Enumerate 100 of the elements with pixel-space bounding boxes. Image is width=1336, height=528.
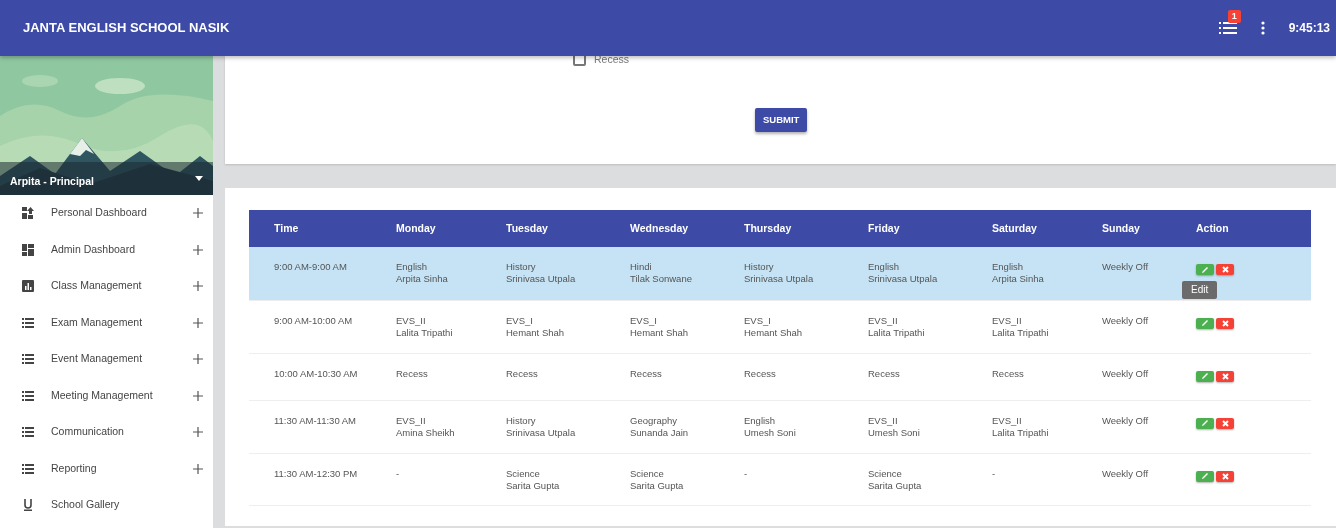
plus-icon[interactable] bbox=[193, 427, 203, 438]
column-header: Monday bbox=[395, 210, 505, 247]
subject-text: English bbox=[396, 261, 429, 273]
subject-text: History bbox=[506, 261, 537, 273]
clock: 9:45:13 bbox=[1288, 20, 1330, 37]
sidebar-item[interactable]: Meeting Management bbox=[51, 387, 193, 404]
plus-icon[interactable] bbox=[193, 317, 203, 328]
subject-text: Hindi bbox=[630, 261, 653, 273]
table-cell: 9:00 AM-10:00 AM bbox=[249, 300, 395, 353]
list-icon bbox=[22, 462, 34, 475]
teacher-name: Sarita Gupta bbox=[868, 479, 923, 492]
sidebar-item[interactable]: Class Management bbox=[51, 278, 193, 295]
subject-text: English bbox=[992, 261, 1025, 273]
edit-button[interactable] bbox=[1196, 370, 1214, 382]
delete-button[interactable] bbox=[1216, 370, 1234, 382]
dashboard-icon bbox=[22, 207, 34, 220]
sidebar-item[interactable]: Exam Management bbox=[51, 314, 193, 331]
column-header: Time bbox=[249, 210, 395, 247]
table-cell: Recess bbox=[743, 353, 867, 400]
table-cell: Recess bbox=[629, 353, 743, 400]
table-cell: Weekly Off bbox=[1101, 353, 1195, 400]
sidebar-item[interactable]: Personal Dashboard bbox=[51, 205, 193, 222]
subject-text: History bbox=[744, 261, 775, 273]
subject-text: Science bbox=[506, 467, 541, 480]
delete-button[interactable] bbox=[1216, 470, 1234, 482]
table-cell: Recess bbox=[395, 353, 505, 400]
subject-text: EVS_II bbox=[992, 414, 1023, 427]
sidebar-item[interactable]: School Gallery bbox=[51, 497, 203, 514]
column-header: Tuesday bbox=[505, 210, 629, 247]
table-cell: 11:30 AM-12:30 PM bbox=[249, 453, 395, 505]
submit-button[interactable]: SUBMIT bbox=[755, 108, 808, 133]
delete-button[interactable] bbox=[1216, 264, 1234, 275]
plus-icon[interactable] bbox=[193, 390, 203, 401]
teacher-name: Sarita Gupta bbox=[506, 479, 561, 492]
plus-icon[interactable] bbox=[193, 354, 203, 365]
teacher-name: Arpita Sinha bbox=[396, 273, 449, 285]
teacher-name: Lalita Tripathi bbox=[992, 426, 1050, 439]
teacher-name: Lalita Tripathi bbox=[992, 326, 1050, 339]
sidebar-item[interactable]: Reporting bbox=[51, 460, 193, 477]
plus-icon[interactable] bbox=[193, 281, 203, 292]
list-icon bbox=[22, 316, 34, 329]
sidebar-item[interactable]: Event Management bbox=[51, 351, 193, 368]
teacher-name: Hemant Shah bbox=[630, 326, 690, 339]
pencil-icon bbox=[1201, 319, 1209, 327]
table-cell: Weekly Off bbox=[1101, 300, 1195, 353]
table-cell: Recess bbox=[991, 353, 1101, 400]
plus-icon[interactable] bbox=[193, 463, 203, 474]
subject-text: Science bbox=[868, 467, 903, 480]
subject-text: EVS_II bbox=[396, 414, 427, 427]
edit-button[interactable] bbox=[1196, 317, 1214, 329]
close-icon bbox=[1221, 372, 1229, 380]
notification-badge: 1 bbox=[1227, 10, 1241, 23]
subject-text: EVS_II bbox=[868, 414, 899, 427]
subject-text: EVS_I bbox=[630, 314, 658, 327]
close-icon bbox=[1221, 266, 1229, 273]
delete-button[interactable] bbox=[1216, 417, 1234, 429]
user-name: Arpita - Principal bbox=[10, 173, 94, 189]
subject-text: English bbox=[868, 261, 901, 273]
subject-text: Geography bbox=[630, 414, 678, 427]
edit-button[interactable] bbox=[1196, 470, 1214, 482]
subject-text: EVS_II bbox=[396, 314, 427, 327]
teacher-name: Srinivasa Utpala bbox=[744, 273, 815, 285]
close-icon bbox=[1221, 319, 1229, 327]
teacher-name: Sarita Gupta bbox=[630, 479, 685, 492]
list-icon bbox=[22, 426, 34, 439]
close-icon bbox=[1221, 472, 1229, 480]
teacher-name: Sunanda Jain bbox=[630, 426, 690, 439]
pencil-icon bbox=[1201, 472, 1209, 480]
teacher-name: Tilak Sonwane bbox=[630, 273, 693, 285]
column-header: Thursday bbox=[743, 210, 867, 247]
sidebar-item[interactable]: Admin Dashboard bbox=[51, 241, 193, 258]
table-cell: 9:00 AM-9:00 AM bbox=[249, 247, 395, 300]
subject-text: History bbox=[506, 414, 537, 427]
list-icon bbox=[22, 353, 34, 366]
app-title: JANTA ENGLISH SCHOOL NASIK bbox=[22, 19, 230, 38]
table-cell: 11:30 AM-11:30 AM bbox=[249, 400, 395, 453]
table-cell: - bbox=[395, 453, 505, 505]
plus-icon[interactable] bbox=[193, 208, 203, 219]
column-header: Action bbox=[1195, 210, 1311, 247]
teacher-name: Hemant Shah bbox=[506, 326, 566, 339]
notifications-icon[interactable] bbox=[1218, 22, 1237, 34]
dashboard-icon bbox=[22, 243, 34, 256]
pencil-icon bbox=[1201, 265, 1209, 274]
table-cell: Weekly Off bbox=[1101, 400, 1195, 453]
teacher-name: Srinivasa Utpala bbox=[506, 426, 577, 439]
subject-text: EVS_II bbox=[992, 314, 1023, 327]
teacher-name: Srinivasa Utpala bbox=[868, 273, 939, 285]
teacher-name: Amina Sheikh bbox=[396, 426, 456, 439]
delete-button[interactable] bbox=[1216, 317, 1234, 329]
pencil-icon bbox=[1201, 419, 1209, 427]
teacher-name: Srinivasa Utpala bbox=[506, 273, 577, 285]
edit-button[interactable] bbox=[1196, 417, 1214, 429]
checkbox[interactable] bbox=[573, 53, 586, 67]
more-menu-icon[interactable] bbox=[1260, 21, 1265, 35]
column-header: Friday bbox=[867, 210, 991, 247]
plus-icon[interactable] bbox=[193, 244, 203, 255]
column-header: Saturday bbox=[991, 210, 1101, 247]
sidebar-item[interactable]: Communication bbox=[51, 424, 193, 441]
pencil-icon bbox=[1201, 372, 1209, 380]
caret-icon[interactable] bbox=[195, 176, 203, 181]
